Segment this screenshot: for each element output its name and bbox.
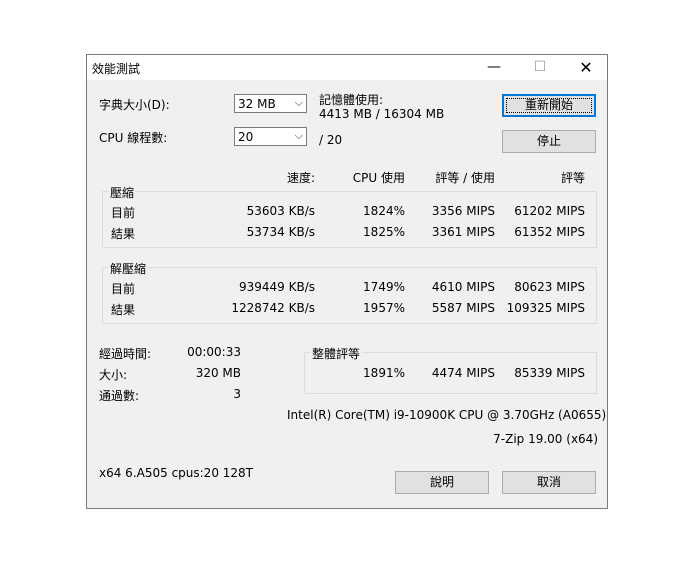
window-title: 效能測試 <box>92 62 141 76</box>
memory-usage-value: 4413 MB / 16304 MB <box>319 107 445 121</box>
compress-result-speed: 53734 KB/s <box>246 225 315 239</box>
memory-usage-label: 記憶體使用: <box>319 93 384 107</box>
decompress-result-rating: 109325 MIPS <box>506 301 585 315</box>
compress-result-rpu: 3361 MIPS <box>431 225 495 239</box>
dict-size-select[interactable]: 32 MB ⌵ <box>234 94 307 113</box>
title-bar: 效能測試 — ☐ ✕ <box>87 55 607 80</box>
decompress-result-label: 結果 <box>111 303 136 317</box>
cpu-threads-max: / 20 <box>319 133 343 147</box>
passes-value: 3 <box>233 387 241 401</box>
version-info: 7-Zip 19.00 (x64) <box>493 432 598 446</box>
decompress-group-title: 解壓縮 <box>108 260 149 277</box>
size-label: 大小: <box>99 368 128 382</box>
close-icon[interactable]: ✕ <box>563 55 609 80</box>
elapsed-time-label: 經過時間: <box>99 347 152 361</box>
cpu-threads-select[interactable]: 20 ⌵ <box>234 127 307 146</box>
compress-current-speed: 53603 KB/s <box>246 204 315 218</box>
compress-current-cpu: 1824% <box>363 204 405 218</box>
help-button[interactable]: 說明 <box>395 471 489 494</box>
decompress-current-cpu: 1749% <box>363 280 405 294</box>
overall-rpu: 4474 MIPS <box>431 366 495 380</box>
chevron-down-icon: ⌵ <box>294 129 303 142</box>
overall-rating-title: 整體評等 <box>310 345 363 362</box>
decompress-current-rating: 80623 MIPS <box>514 280 585 294</box>
compress-current-rpu: 3356 MIPS <box>431 204 495 218</box>
cancel-button[interactable]: 取消 <box>502 471 596 494</box>
decompress-current-label: 目前 <box>111 282 136 296</box>
decompress-group: 解壓縮 <box>102 260 597 324</box>
maximize-icon: ☐ <box>533 59 547 75</box>
dict-size-value: 32 MB <box>238 97 276 111</box>
minimize-icon[interactable]: — <box>471 55 517 80</box>
overall-rating: 85339 MIPS <box>514 366 585 380</box>
decompress-current-speed: 939449 KB/s <box>238 280 315 294</box>
benchmark-window: 效能測試 — ☐ ✕ 字典大小(D): 32 MB ⌵ CPU 線程數: 20 … <box>86 54 608 509</box>
decompress-result-cpu: 1957% <box>363 301 405 315</box>
compress-result-rating: 61352 MIPS <box>514 225 585 239</box>
cpu-threads-value: 20 <box>238 130 254 144</box>
compress-current-rating: 61202 MIPS <box>514 204 585 218</box>
header-cpu-usage: CPU 使用 <box>352 171 405 185</box>
overall-cpu: 1891% <box>363 366 405 380</box>
compress-group-title: 壓縮 <box>108 184 137 201</box>
compress-current-label: 目前 <box>111 206 136 220</box>
compress-result-label: 結果 <box>111 227 136 241</box>
decompress-current-rpu: 4610 MIPS <box>431 280 495 294</box>
focus-rect <box>506 98 592 113</box>
decompress-result-speed: 1228742 KB/s <box>231 301 315 315</box>
size-value: 320 MB <box>195 366 241 380</box>
restart-button[interactable]: 重新開始 <box>502 94 596 117</box>
header-speed: 速度: <box>286 171 315 185</box>
cpu-threads-label: CPU 線程數: <box>99 131 168 145</box>
cpu-info: Intel(R) Core(TM) i9-10900K CPU @ 3.70GH… <box>287 408 607 422</box>
decompress-result-rpu: 5587 MIPS <box>431 301 495 315</box>
compress-result-cpu: 1825% <box>363 225 405 239</box>
chevron-down-icon: ⌵ <box>294 96 303 109</box>
header-rating-usage: 評等 / 使用 <box>435 171 495 185</box>
header-rating: 評等 <box>560 171 585 185</box>
compress-group: 壓縮 <box>102 184 597 248</box>
dict-size-label: 字典大小(D): <box>99 98 170 112</box>
stop-button[interactable]: 停止 <box>502 130 596 153</box>
elapsed-time-value: 00:00:33 <box>187 345 241 359</box>
passes-label: 通過數: <box>99 389 140 403</box>
system-info: x64 6.A505 cpus:20 128T <box>99 466 253 480</box>
